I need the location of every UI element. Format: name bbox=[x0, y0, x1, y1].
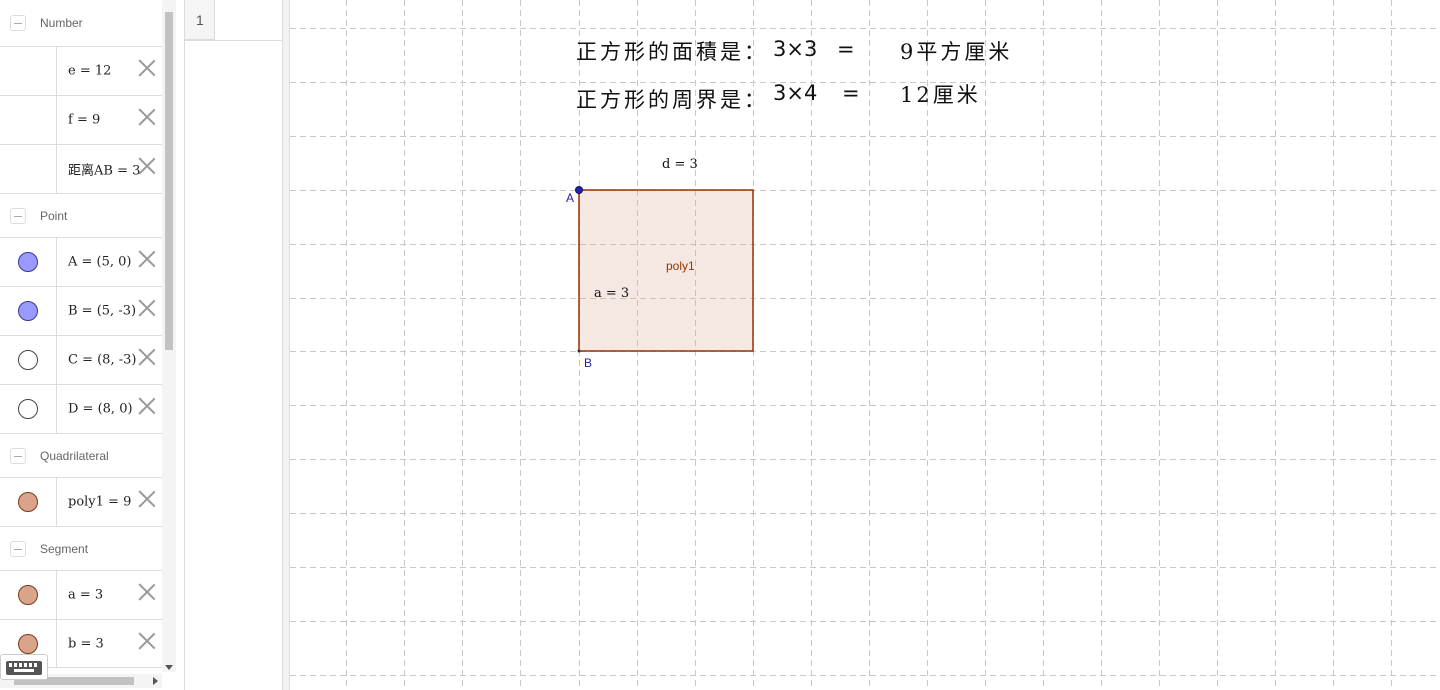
category-label: Quadrilateral bbox=[40, 448, 109, 463]
algebra-item-point-a[interactable]: A = (5, 0) bbox=[0, 237, 162, 286]
perimeter-label: 正方形的周界是： bbox=[576, 88, 768, 112]
graphics-canvas[interactable] bbox=[290, 0, 1440, 690]
scroll-down-icon[interactable] bbox=[165, 665, 173, 670]
category-label: Number bbox=[40, 16, 83, 30]
visibility-marble[interactable] bbox=[18, 252, 38, 272]
close-icon[interactable] bbox=[138, 348, 156, 366]
algebra-list: Number e = 12 f = 9 距离AB = 3 Point A = (… bbox=[0, 0, 162, 668]
row-header[interactable]: 1 bbox=[185, 0, 215, 40]
marble-cell bbox=[0, 478, 57, 526]
algebra-view: Number e = 12 f = 9 距离AB = 3 Point A = (… bbox=[0, 0, 176, 690]
marble-cell bbox=[0, 47, 57, 95]
close-icon[interactable] bbox=[138, 397, 156, 415]
area-equals: = bbox=[837, 37, 855, 61]
marble-cell bbox=[0, 385, 57, 433]
algebra-item-point-c[interactable]: C = (8, -3) bbox=[0, 335, 162, 384]
close-icon[interactable] bbox=[138, 583, 156, 601]
keyboard-button[interactable] bbox=[0, 654, 48, 680]
area-result: 9平方厘米 bbox=[900, 40, 1013, 64]
algebra-item-text[interactable]: e = 12 bbox=[68, 64, 111, 79]
area-expression: 3×3 bbox=[773, 37, 818, 61]
close-icon[interactable] bbox=[138, 299, 156, 317]
category-segment[interactable]: Segment bbox=[0, 526, 162, 570]
algebra-item-text[interactable]: f = 9 bbox=[68, 113, 100, 128]
visibility-marble[interactable] bbox=[18, 350, 38, 370]
algebra-item-distance-ab[interactable]: 距离AB = 3 bbox=[0, 144, 162, 193]
scroll-right-icon[interactable] bbox=[153, 677, 158, 685]
close-icon[interactable] bbox=[138, 59, 156, 77]
close-icon[interactable] bbox=[138, 250, 156, 268]
vertical-scrollbar[interactable] bbox=[162, 0, 176, 672]
algebra-item-text[interactable]: 距离AB = 3 bbox=[68, 160, 140, 179]
perimeter-equals: = bbox=[842, 81, 860, 105]
visibility-marble[interactable] bbox=[18, 492, 38, 512]
category-quadrilateral[interactable]: Quadrilateral bbox=[0, 433, 162, 477]
poly1-label[interactable]: poly1 bbox=[666, 259, 695, 273]
marble-cell bbox=[0, 571, 57, 619]
grid bbox=[290, 0, 1440, 690]
graphics-view[interactable]: 正方形的面積是： 3×3 = 9平方厘米 正方形的周界是： 3×4 = 12厘米… bbox=[290, 0, 1440, 690]
category-label: Segment bbox=[40, 541, 89, 556]
divider bbox=[185, 40, 282, 41]
spreadsheet-view bbox=[176, 0, 290, 690]
algebra-item-f[interactable]: f = 9 bbox=[0, 95, 162, 144]
algebra-item-text[interactable]: poly1 = 9 bbox=[68, 495, 131, 510]
collapse-icon[interactable] bbox=[10, 447, 26, 464]
marble-cell bbox=[0, 96, 57, 144]
segment-a-label[interactable]: a = 3 bbox=[594, 286, 629, 301]
perimeter-result: 12厘米 bbox=[900, 83, 981, 107]
visibility-marble[interactable] bbox=[18, 301, 38, 321]
close-icon[interactable] bbox=[138, 108, 156, 126]
point-a[interactable] bbox=[575, 186, 583, 194]
area-formula: 正方形的面積是： bbox=[576, 36, 768, 66]
visibility-marble[interactable] bbox=[18, 633, 38, 654]
close-icon[interactable] bbox=[138, 157, 156, 175]
algebra-item-poly1[interactable]: poly1 = 9 bbox=[0, 477, 162, 526]
algebra-item-text[interactable]: a = 3 bbox=[68, 588, 103, 603]
point-a-label[interactable]: A bbox=[566, 191, 574, 205]
collapse-icon[interactable] bbox=[10, 207, 26, 224]
marble-cell bbox=[0, 336, 57, 384]
scrollbar-thumb[interactable] bbox=[165, 12, 173, 350]
point-b-label[interactable]: B bbox=[584, 356, 592, 370]
segment-d-label[interactable]: d = 3 bbox=[662, 157, 698, 172]
collapse-icon[interactable] bbox=[10, 540, 26, 557]
perimeter-expression: 3×4 bbox=[773, 81, 818, 105]
keyboard-icon bbox=[6, 661, 42, 675]
algebra-item-text[interactable]: b = 3 bbox=[68, 636, 104, 651]
divider bbox=[184, 0, 185, 690]
view-splitter[interactable] bbox=[282, 0, 290, 690]
area-label: 正方形的面積是： bbox=[576, 40, 768, 64]
algebra-item-point-d[interactable]: D = (8, 0) bbox=[0, 384, 162, 433]
visibility-marble[interactable] bbox=[18, 585, 38, 605]
category-point[interactable]: Point bbox=[0, 193, 162, 237]
marble-cell bbox=[0, 238, 57, 286]
algebra-item-text[interactable]: B = (5, -3) bbox=[68, 304, 136, 319]
algebra-item-text[interactable]: C = (8, -3) bbox=[68, 353, 136, 368]
close-icon[interactable] bbox=[138, 632, 156, 650]
close-icon[interactable] bbox=[138, 490, 156, 508]
algebra-item-point-b[interactable]: B = (5, -3) bbox=[0, 286, 162, 335]
point-b[interactable] bbox=[577, 349, 581, 353]
visibility-marble[interactable] bbox=[18, 399, 38, 419]
algebra-item-e[interactable]: e = 12 bbox=[0, 46, 162, 95]
category-number[interactable]: Number bbox=[0, 0, 162, 46]
category-label: Point bbox=[40, 208, 68, 223]
marble-cell bbox=[0, 145, 57, 193]
perimeter-formula: 正方形的周界是： bbox=[576, 84, 768, 114]
algebra-item-text[interactable]: D = (8, 0) bbox=[68, 402, 133, 417]
algebra-item-text[interactable]: A = (5, 0) bbox=[68, 255, 132, 270]
marble-cell bbox=[0, 287, 57, 335]
collapse-icon[interactable] bbox=[10, 15, 26, 31]
algebra-item-segment-a[interactable]: a = 3 bbox=[0, 570, 162, 619]
